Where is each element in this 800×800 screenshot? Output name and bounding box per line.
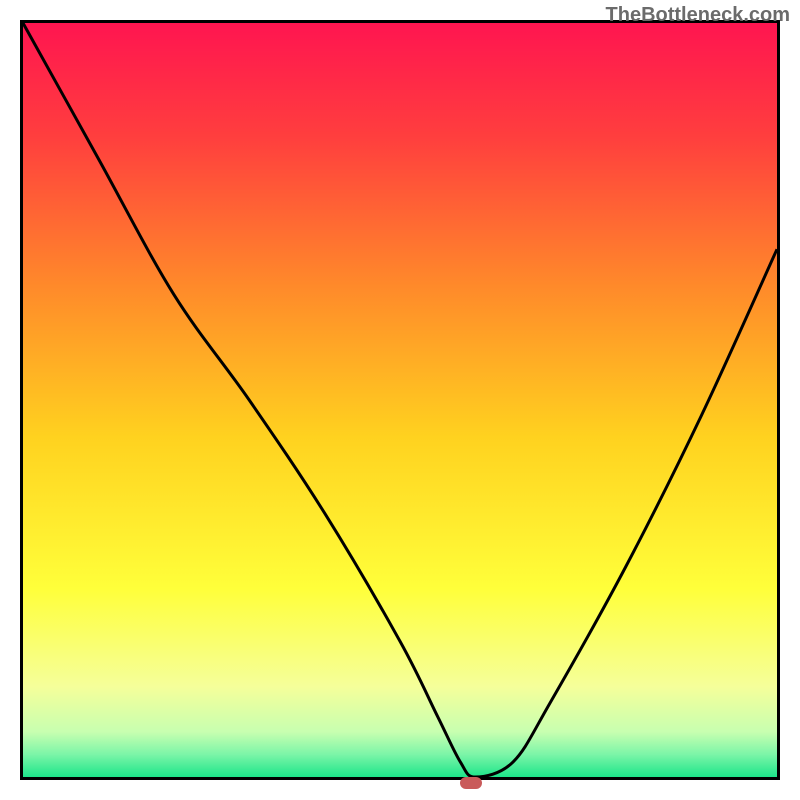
bottleneck-chart: TheBottleneck.com — [0, 0, 800, 800]
plot-area — [20, 20, 780, 780]
optimal-marker — [460, 777, 482, 789]
watermark-text: TheBottleneck.com — [606, 4, 790, 27]
curve-line — [23, 23, 777, 777]
